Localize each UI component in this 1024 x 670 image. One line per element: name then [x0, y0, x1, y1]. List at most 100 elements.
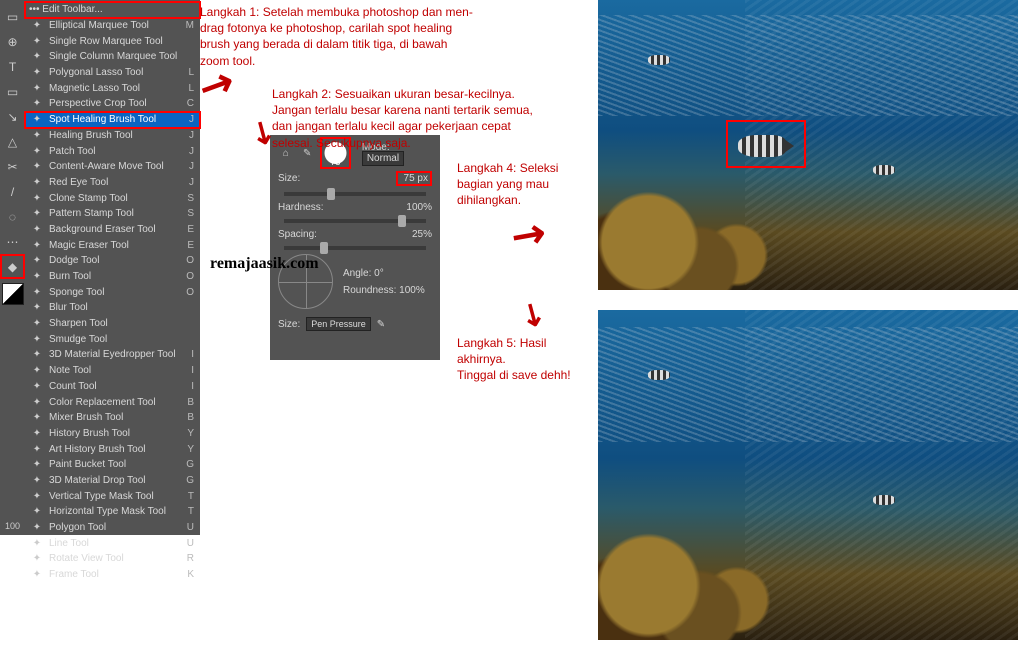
tool-item-shortcut: O: [186, 287, 194, 298]
tool-item-icon: ✦: [29, 442, 45, 456]
tool-item-icon: ✦: [29, 364, 45, 378]
tool-item-icon: ✦: [29, 301, 45, 315]
watermark-text: remajaasik.com: [210, 255, 319, 273]
angle-value[interactable]: 0°: [374, 268, 384, 279]
tool-item-label: Content-Aware Move Tool: [49, 161, 189, 172]
brush-preview-value: 75: [330, 157, 340, 167]
tool-item-single-column-marquee-tool[interactable]: ✦Single Column Marquee Tool: [25, 49, 200, 65]
tool-item-red-eye-tool[interactable]: ✦Red Eye ToolJ: [25, 175, 200, 191]
tool-item-history-brush-tool[interactable]: ✦History Brush ToolY: [25, 426, 200, 442]
small-fish: [873, 165, 895, 175]
tool-icon[interactable]: ▭: [0, 79, 25, 104]
tool-item-horizontal-type-mask-tool[interactable]: ✦Horizontal Type Mask ToolT: [25, 504, 200, 520]
tool-item-elliptical-marquee-tool[interactable]: ✦Elliptical Marquee ToolM: [25, 18, 200, 34]
spacing-label: Spacing:: [278, 229, 317, 240]
tool-item-icon: ✦: [29, 207, 45, 221]
tool-icon[interactable]: /: [0, 179, 25, 204]
tool-item-label: Line Tool: [49, 538, 187, 549]
tool-item-shortcut: O: [186, 271, 194, 282]
tool-icon[interactable]: T: [0, 54, 25, 79]
tool-item-dodge-tool[interactable]: ✦Dodge ToolO: [25, 253, 200, 269]
tool-icon[interactable]: [0, 279, 25, 304]
tool-item-blur-tool[interactable]: ✦Blur Tool: [25, 300, 200, 316]
color-swatch[interactable]: [2, 283, 24, 305]
tool-item-healing-brush-tool[interactable]: ✦Healing Brush ToolJ: [25, 128, 200, 144]
tool-item-sharpen-tool[interactable]: ✦Sharpen Tool: [25, 316, 200, 332]
tool-item-label: Horizontal Type Mask Tool: [49, 506, 188, 517]
tool-item-3d-material-drop-tool[interactable]: ✦3D Material Drop ToolG: [25, 473, 200, 489]
tool-item-single-row-marquee-tool[interactable]: ✦Single Row Marquee Tool: [25, 33, 200, 49]
step-5-text: Langkah 5: Hasil akhirnya. Tinggal di sa…: [457, 335, 597, 384]
tool-item-3d-material-eyedropper-tool[interactable]: ✦3D Material Eyedropper ToolI: [25, 347, 200, 363]
tool-item-icon: ✦: [29, 50, 45, 64]
spacing-value[interactable]: 25%: [396, 229, 432, 240]
tool-item-clone-stamp-tool[interactable]: ✦Clone Stamp ToolS: [25, 190, 200, 206]
tool-item-shortcut: U: [187, 522, 194, 533]
tool-item-note-tool[interactable]: ✦Note ToolI: [25, 363, 200, 379]
tool-item-shortcut: S: [187, 208, 194, 219]
size-src-label: Size:: [278, 319, 300, 330]
tool-item-shortcut: E: [187, 240, 194, 251]
tool-icon[interactable]: ⊕: [0, 29, 25, 54]
tool-item-burn-tool[interactable]: ✦Burn ToolO: [25, 269, 200, 285]
tool-item-pattern-stamp-tool[interactable]: ✦ Pattern Stamp ToolS: [25, 206, 200, 222]
tool-item-icon: ✦: [29, 458, 45, 472]
tool-item-icon: ✦: [29, 19, 45, 33]
edit-toolbar-item[interactable]: ••• Edit Toolbar...: [25, 2, 200, 18]
tool-item-content-aware-move-tool[interactable]: ✦Content-Aware Move ToolJ: [25, 159, 200, 175]
tool-item-frame-tool[interactable]: ✦Frame ToolK: [25, 567, 200, 583]
tool-item-rotate-view-tool[interactable]: ✦Rotate View ToolR: [25, 551, 200, 567]
tool-item-spot-healing-brush-tool[interactable]: ✦Spot Healing Brush ToolJ: [25, 112, 200, 128]
size-slider[interactable]: [284, 192, 426, 196]
mode-dropdown[interactable]: Normal: [362, 151, 404, 166]
small-fish: [873, 495, 895, 505]
spacing-slider[interactable]: [284, 246, 426, 250]
size-value[interactable]: 75 px: [396, 171, 432, 186]
tool-item-smudge-tool[interactable]: ✦Smudge Tool: [25, 331, 200, 347]
tool-item-art-history-brush-tool[interactable]: ✦Art History Brush ToolY: [25, 441, 200, 457]
tool-item-label: Healing Brush Tool: [49, 130, 189, 141]
spot-healing-tool-icon[interactable]: ◆: [0, 254, 25, 279]
tool-item-count-tool[interactable]: ✦Count ToolI: [25, 379, 200, 395]
tool-item-perspective-crop-tool[interactable]: ✦Perspective Crop ToolC: [25, 96, 200, 112]
tool-item-magic-eraser-tool[interactable]: ✦Magic Eraser ToolE: [25, 237, 200, 253]
tool-item-magnetic-lasso-tool[interactable]: ✦Magnetic Lasso ToolL: [25, 80, 200, 96]
tool-item-sponge-tool[interactable]: ✦Sponge ToolO: [25, 284, 200, 300]
hardness-value[interactable]: 100%: [396, 202, 432, 213]
tool-icon[interactable]: △: [0, 129, 25, 154]
tool-icon[interactable]: ⋯: [0, 229, 25, 254]
small-fish: [648, 55, 670, 65]
tool-item-icon: ✦: [29, 175, 45, 189]
tool-item-paint-bucket-tool[interactable]: ✦Paint Bucket ToolG: [25, 457, 200, 473]
tool-item-label: 3D Material Drop Tool: [49, 475, 186, 486]
tool-item-icon: ✦: [29, 379, 45, 393]
roundness-value[interactable]: 100%: [399, 285, 425, 296]
tool-item-label: Polygonal Lasso Tool: [49, 67, 188, 78]
tool-item-label: Sharpen Tool: [49, 318, 194, 329]
tool-item-patch-tool[interactable]: ✦Patch ToolJ: [25, 143, 200, 159]
tool-item-polygon-tool[interactable]: ✦Polygon ToolU: [25, 520, 200, 536]
tool-icon[interactable]: ✂: [0, 154, 25, 179]
tool-item-mixer-brush-tool[interactable]: ✦Mixer Brush ToolB: [25, 410, 200, 426]
tool-item-color-replacement-tool[interactable]: ✦Color Replacement ToolB: [25, 394, 200, 410]
tool-icon[interactable]: ▭: [0, 4, 25, 29]
tool-item-label: Pattern Stamp Tool: [49, 208, 187, 219]
tool-item-shortcut: J: [189, 130, 194, 141]
tool-item-shortcut: L: [188, 83, 194, 94]
tool-item-background-eraser-tool[interactable]: ✦Background Eraser ToolE: [25, 222, 200, 238]
tool-item-shortcut: C: [187, 98, 194, 109]
tool-item-icon: ✦: [29, 254, 45, 268]
hardness-slider[interactable]: [284, 219, 426, 223]
tool-item-line-tool[interactable]: ✦Line ToolU: [25, 535, 200, 551]
before-photo: [598, 0, 1018, 290]
size-source-dropdown[interactable]: Pen Pressure: [306, 317, 371, 331]
small-fish: [648, 370, 670, 380]
tool-item-shortcut: U: [187, 538, 194, 549]
tool-icon[interactable]: ◌: [0, 204, 25, 229]
tool-item-shortcut: J: [189, 114, 194, 125]
tool-item-polygonal-lasso-tool[interactable]: ✦Polygonal Lasso ToolL: [25, 65, 200, 81]
tool-icon[interactable]: ↘: [0, 104, 25, 129]
tool-item-vertical-type-mask-tool[interactable]: ✦Vertical Type Mask ToolT: [25, 488, 200, 504]
tool-item-icon: ✦: [29, 238, 45, 252]
step-2-text: Langkah 2: Sesuaikan ukuran besar-keciln…: [272, 86, 552, 151]
